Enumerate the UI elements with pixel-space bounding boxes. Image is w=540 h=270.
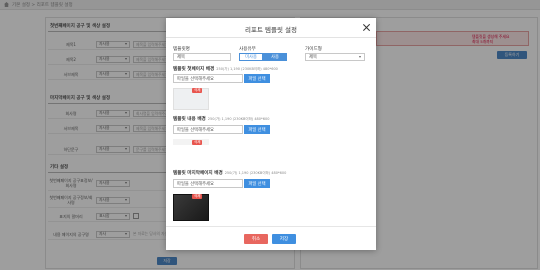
last-file-input[interactable]: 파일을 선택해주세요 xyxy=(173,179,243,188)
inner-file-select-button[interactable]: 파일 선택 xyxy=(244,125,270,134)
usage-off-button[interactable]: 미사용 xyxy=(239,53,263,61)
guide-type-select[interactable]: 제목 xyxy=(305,53,365,61)
last-bg-label: 템플릿 마지막페이지 배경 250(가) 1,190 (230KB이하) 480*… xyxy=(173,171,287,176)
modal-header: 리포트 템플릿 설정 xyxy=(166,18,376,38)
save-button[interactable]: 저장 xyxy=(272,234,296,244)
last-file-select-button[interactable]: 파일 선택 xyxy=(244,179,270,188)
inner-delete-badge[interactable]: 삭제 xyxy=(192,140,203,145)
usage-label: 사용유무 xyxy=(239,47,256,52)
inner-file-input[interactable]: 파일을 선택해주세요 xyxy=(173,125,243,134)
last-thumbnail xyxy=(173,194,209,221)
template-name-input[interactable]: 제목 xyxy=(173,53,231,61)
cover-file-select-button[interactable]: 파일 선택 xyxy=(244,74,270,83)
modal-footer: 취소 저장 xyxy=(166,226,376,250)
template-settings-modal: 리포트 템플릿 설정 템플릿명 제목 사용유무 미사용 사용 가이드형 제목 템… xyxy=(166,18,376,250)
modal-title: 리포트 템플릿 설정 xyxy=(245,26,297,34)
inner-bg-label: 템플릿 내용 배경 250(가) 1,190 (230KB이하) 480*600 xyxy=(173,117,270,122)
cover-delete-badge[interactable]: 삭제 xyxy=(192,88,203,93)
usage-toggle: 미사용 사용 xyxy=(239,53,287,61)
usage-on-button[interactable]: 사용 xyxy=(263,53,287,61)
cover-file-input[interactable]: 파일을 선택해주세요 xyxy=(173,74,243,83)
cover-thumbnail xyxy=(173,88,209,110)
inner-thumbnail xyxy=(173,139,209,145)
template-name-label: 템플릿명 xyxy=(173,47,190,52)
inner-file-row: 파일을 선택해주세요 파일 선택 xyxy=(173,125,270,134)
cancel-button[interactable]: 취소 xyxy=(244,234,268,244)
last-file-row: 파일을 선택해주세요 파일 선택 xyxy=(173,179,270,188)
cover-file-row: 파일을 선택해주세요 파일 선택 xyxy=(173,74,270,83)
cover-bg-label: 템플릿 첫페이지 배경 250(가) 1,190 (230KB이하) 480*60… xyxy=(173,67,278,72)
close-icon[interactable] xyxy=(362,23,370,31)
last-delete-badge[interactable]: 삭제 xyxy=(192,194,203,199)
guide-type-label: 가이드형 xyxy=(305,47,322,52)
